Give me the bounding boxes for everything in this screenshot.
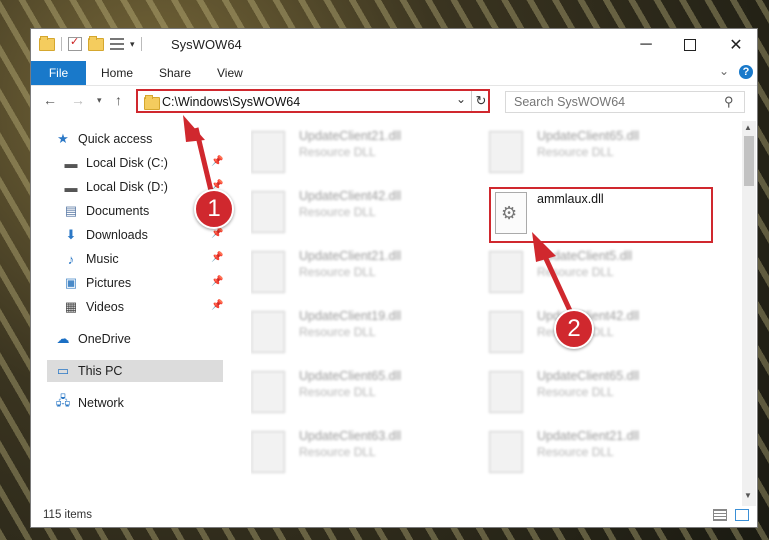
annotation-arrows [183, 115, 575, 317]
annotation-badge-2: 2 [554, 309, 594, 349]
arrow-1-head [183, 115, 205, 142]
arrow-2-line [539, 248, 575, 317]
arrow-2-head [532, 232, 556, 262]
annotation-badge-1: 1 [194, 189, 234, 229]
